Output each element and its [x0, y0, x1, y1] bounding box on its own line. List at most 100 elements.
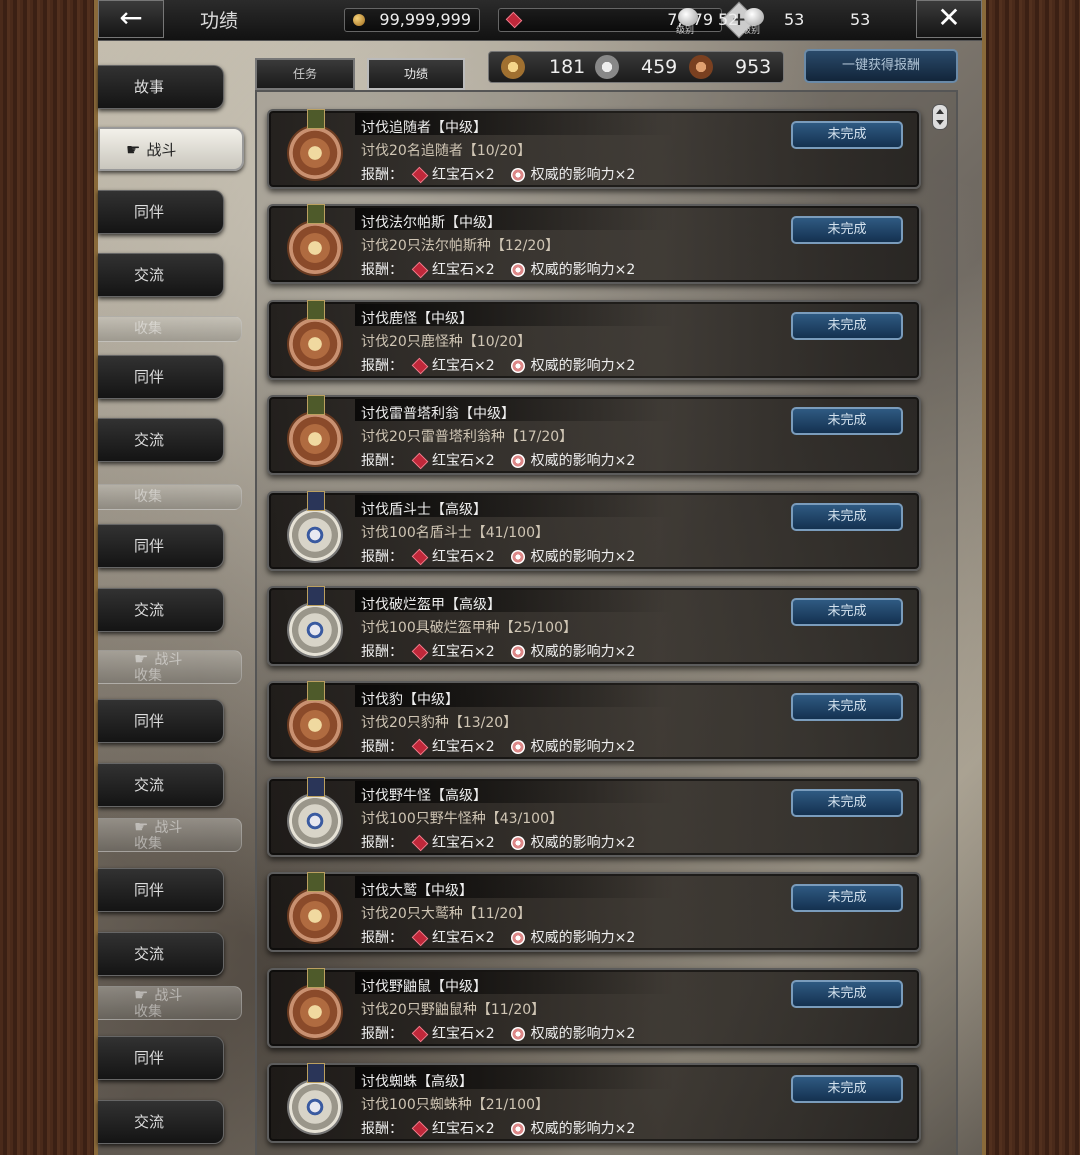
merit-row: 讨伐蜘蛛【高级】 讨伐100只蜘蛛种【21/100】 报酬： 红宝石×2 权威的影响…	[267, 1063, 921, 1143]
reward-influence: 权威的影响力×2	[530, 167, 636, 183]
merit-description: 讨伐100名盾斗士【41/100】	[361, 525, 549, 541]
sidebar-tab-companion[interactable]: 同伴	[98, 355, 224, 399]
wood-border-left	[0, 0, 98, 1155]
status-incomplete-button[interactable]: 未完成	[791, 598, 903, 626]
influence-icon	[510, 359, 525, 373]
sidebar-tab-companion[interactable]: 同伴	[98, 524, 224, 568]
sidebar-tab-battle[interactable]: ☛ 战斗	[98, 127, 244, 171]
ruby-icon	[411, 166, 429, 184]
status-incomplete-button[interactable]: 未完成	[791, 884, 903, 912]
status-incomplete-button[interactable]: 未完成	[791, 407, 903, 435]
merit-description: 讨伐100只野牛怪种【43/100】	[361, 811, 563, 827]
merit-title: 讨伐野牛怪【高级】	[361, 788, 487, 804]
merit-description: 讨伐20只野鼬鼠种【11/20】	[361, 1002, 546, 1018]
reward-ruby: 红宝石×2	[432, 930, 495, 946]
sidebar-tab-companion[interactable]: 同伴	[98, 1036, 224, 1080]
sidebar-tab-exchange[interactable]: 交流	[98, 1100, 224, 1144]
reward-label: 报酬：	[361, 835, 403, 851]
close-button[interactable]: ✕	[916, 0, 982, 38]
influence-icon	[510, 263, 525, 277]
merit-row: 讨伐大鹫【中级】 讨伐20只大鹫种【11/20】 报酬： 红宝石×2 权威的影响力×…	[267, 872, 921, 952]
merit-row: 讨伐盾斗士【高级】 讨伐100名盾斗士【41/100】 报酬： 红宝石×2 权威的影…	[267, 491, 921, 571]
merit-row: 讨伐野牛怪【高级】 讨伐100只野牛怪种【43/100】 报酬： 红宝石×2 权威的…	[267, 777, 921, 857]
tab-merit[interactable]: 功绩	[367, 58, 465, 90]
sidebar-tab-battle-ghost: ☛ 战斗 收集	[98, 986, 242, 1020]
influence-icon	[510, 645, 525, 659]
status-incomplete-button[interactable]: 未完成	[791, 1075, 903, 1103]
close-icon: ✕	[937, 1, 961, 34]
status-incomplete-button[interactable]: 未完成	[791, 312, 903, 340]
influence-icon	[510, 454, 525, 468]
reward-influence: 权威的影响力×2	[530, 262, 636, 278]
merit-title: 讨伐野鼬鼠【中级】	[361, 979, 487, 995]
influence-icon	[510, 931, 525, 945]
sidebar-tab-exchange[interactable]: 交流	[98, 253, 224, 297]
tab-task[interactable]: 任务	[255, 58, 355, 90]
influence-icon	[510, 550, 525, 564]
merit-title: 讨伐豹【中级】	[361, 692, 459, 708]
ruby-icon	[411, 1120, 429, 1138]
page-title: 功绩	[200, 10, 239, 32]
medal-icon	[289, 872, 341, 950]
merit-title: 讨伐鹿怪【中级】	[361, 311, 473, 327]
scrollbar-handle[interactable]	[932, 104, 948, 130]
sidebar-tab-companion[interactable]: 同伴	[98, 190, 224, 234]
reward-ruby: 红宝石×2	[432, 644, 495, 660]
claim-all-rewards-button[interactable]: 一键获得报酬	[804, 49, 958, 83]
sidebar-tab-battle-ghost: ☛ 战斗 收集	[98, 650, 242, 684]
reward-ruby: 红宝石×2	[432, 262, 495, 278]
reward-ruby: 红宝石×2	[432, 1026, 495, 1042]
merit-row: 讨伐追随者【中级】 讨伐20名追随者【10/20】 报酬： 红宝石×2 权威的影响力…	[267, 109, 921, 189]
merit-reward: 报酬： 红宝石×2 权威的影响力×2	[361, 641, 635, 661]
medal-icon	[289, 491, 341, 569]
ruby-icon	[411, 261, 429, 279]
merit-description: 讨伐20只雷普塔利翁种【17/20】	[361, 429, 574, 445]
gold-medal-icon	[501, 55, 525, 79]
sidebar-tab-companion[interactable]: 同伴	[98, 868, 224, 912]
merit-title: 讨伐法尔帕斯【中级】	[361, 215, 501, 231]
medal-icon	[289, 968, 341, 1046]
sidebar-tab-collect-ghost: 收集	[98, 316, 242, 342]
reward-influence: 权威的影响力×2	[530, 453, 636, 469]
reward-influence: 权威的影响力×2	[530, 358, 636, 374]
reward-label: 报酬：	[361, 262, 403, 278]
status-incomplete-button[interactable]: 未完成	[791, 980, 903, 1008]
top-bar: ← 功绩 99,999,999 7,879 + 52 级别 53 级别 53 ✕	[98, 0, 982, 41]
sidebar-tab-exchange[interactable]: 交流	[98, 763, 224, 807]
merit-title: 讨伐盾斗士【高级】	[361, 502, 487, 518]
sidebar-tab-exchange[interactable]: 交流	[98, 588, 224, 632]
honor-counter-bar: 181 459 953	[488, 51, 784, 83]
pointing-hand-icon: ☛	[134, 986, 149, 1004]
reward-influence: 权威的影响力×2	[530, 549, 636, 565]
reward-influence: 权威的影响力×2	[530, 930, 636, 946]
sidebar-tab-exchange[interactable]: 交流	[98, 932, 224, 976]
merit-reward: 报酬： 红宝石×2 权威的影响力×2	[361, 927, 635, 947]
status-incomplete-button[interactable]: 未完成	[791, 503, 903, 531]
reward-label: 报酬：	[361, 930, 403, 946]
sidebar-tab-exchange[interactable]: 交流	[98, 418, 224, 462]
status-incomplete-button[interactable]: 未完成	[791, 216, 903, 244]
reward-influence: 权威的影响力×2	[530, 739, 636, 755]
merit-reward: 报酬： 红宝石×2 权威的影响力×2	[361, 164, 635, 184]
reward-label: 报酬：	[361, 358, 403, 374]
ruby-icon	[411, 357, 429, 375]
merit-title: 讨伐追随者【中级】	[361, 120, 487, 136]
back-button[interactable]: ←	[98, 0, 164, 38]
status-incomplete-button[interactable]: 未完成	[791, 121, 903, 149]
merit-reward: 报酬： 红宝石×2 权威的影响力×2	[361, 355, 635, 375]
reward-influence: 权威的影响力×2	[530, 1121, 636, 1137]
merit-description: 讨伐100具破烂盔甲种【25/100】	[361, 620, 577, 636]
merit-description: 讨伐20名追随者【10/20】	[361, 143, 532, 159]
bronze-medal-icon	[689, 55, 713, 79]
status-incomplete-button[interactable]: 未完成	[791, 693, 903, 721]
sidebar-tab-companion[interactable]: 同伴	[98, 699, 224, 743]
silver-medal-icon	[595, 55, 619, 79]
ruby-icon	[411, 643, 429, 661]
sidebar-tab-story[interactable]: 故事	[98, 65, 224, 109]
merit-reward: 报酬： 红宝石×2 权威的影响力×2	[361, 259, 635, 279]
merit-row: 讨伐豹【中级】 讨伐20只豹种【13/20】 报酬： 红宝石×2 权威的影响力×2 …	[267, 681, 921, 761]
ruby-icon	[411, 1025, 429, 1043]
reward-label: 报酬：	[361, 739, 403, 755]
status-incomplete-button[interactable]: 未完成	[791, 789, 903, 817]
medal-icon	[289, 395, 341, 473]
